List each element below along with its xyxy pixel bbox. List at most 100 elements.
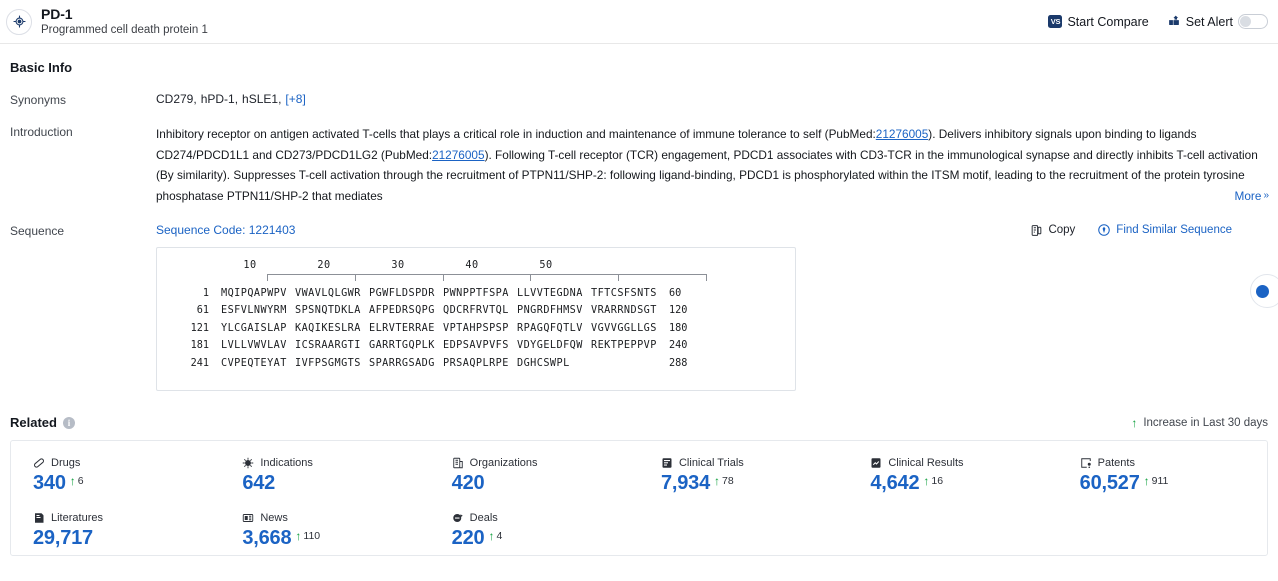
bell-alert-icon xyxy=(1167,15,1181,28)
virus-icon xyxy=(242,457,254,469)
set-alert-label: Set Alert xyxy=(1185,14,1233,29)
card-value: 7,934 xyxy=(660,472,711,494)
basic-info-section: Basic Info Synonyms CD279, hPD-1, hSLE1,… xyxy=(0,44,1278,391)
related-card-drugs[interactable]: Drugs 340 ↑ 6 xyxy=(11,457,220,496)
card-label: News xyxy=(260,512,288,524)
sequence-chunk: VRARRNDSGT xyxy=(591,305,657,316)
sequence-chunk: LVLLVWVLAV xyxy=(221,340,287,351)
introduction-more-button[interactable]: More» xyxy=(1232,185,1269,206)
ruler-tick-label: 40 xyxy=(465,260,479,271)
capsule-icon xyxy=(33,457,45,469)
sequence-chunk: PRSAQPLRPE xyxy=(443,357,509,369)
card-delta: ↑ 4 xyxy=(488,530,502,542)
book-icon xyxy=(33,512,45,524)
introduction-row: Introduction Inhibitory receptor on anti… xyxy=(10,124,1278,308)
sequence-end-index: 180 xyxy=(669,322,688,334)
arrow-up-icon: ↑ xyxy=(1131,415,1138,430)
info-icon[interactable]: i xyxy=(62,416,75,429)
related-card-deals[interactable]: Deals 220 ↑ 4 xyxy=(430,512,639,551)
sequence-header: Sequence Code: 1221403 Copy Find Similar… xyxy=(156,223,1268,237)
sequence-chunk: VPTAHPSPSP xyxy=(443,322,509,334)
sequence-chunk: KAQIKESLRA xyxy=(295,322,361,334)
sequence-line: 61 ESFVLNWYRM SPSNQTDKLA AFPEDRSQPG QDCR… xyxy=(157,305,795,316)
legend-label: Increase in Last 30 days xyxy=(1143,416,1268,429)
sequence-chunk: AFPEDRSQPG xyxy=(369,305,435,316)
related-card-patents[interactable]: Patents 60,527 ↑ 911 xyxy=(1058,457,1267,496)
sequence-code[interactable]: Sequence Code: 1221403 xyxy=(156,223,295,237)
related-card-organizations[interactable]: Organizations 420 xyxy=(430,457,639,496)
sequence-chunk: PGWFLDSPDR xyxy=(369,287,435,299)
handshake-icon xyxy=(452,512,464,524)
clipboard-trial-icon xyxy=(661,457,673,469)
pubmed-link[interactable]: 21276005 xyxy=(432,148,485,162)
card-value: 60,527 xyxy=(1079,472,1140,494)
related-card-clinical-trials[interactable]: Clinical Trials 7,934 ↑ 78 xyxy=(639,457,848,496)
synonym-item: hSLE1, xyxy=(242,92,282,106)
patent-icon xyxy=(1080,457,1092,469)
introduction-text: Inhibitory receptor on antigen activated… xyxy=(156,124,1278,308)
floating-action-button[interactable] xyxy=(1250,274,1278,308)
sequence-chunk: ICSRAARGTI xyxy=(295,340,361,351)
related-card-literatures[interactable]: Literatures 29,717 xyxy=(11,512,220,551)
sequence-line: 121 YLCGAISLAP KAQIKESLRA ELRVTERRAE VPT… xyxy=(157,323,795,334)
related-card-indications[interactable]: Indications 642 xyxy=(220,457,429,496)
ruler-tick-label: 20 xyxy=(317,260,331,271)
sequence-line: 1 MQIPQAPWPV VWAVLQLGWR PGWFLDSPDR PWNPP… xyxy=(157,288,795,299)
card-label: Clinical Results xyxy=(888,457,964,469)
card-value: 220 xyxy=(451,527,485,549)
synonyms-more-link[interactable]: [+8] xyxy=(285,92,305,106)
vs-icon: VS xyxy=(1048,15,1063,28)
card-delta: ↑ 16 xyxy=(923,475,943,487)
arrow-up-icon: ↑ xyxy=(923,474,930,488)
introduction-label: Introduction xyxy=(10,125,73,139)
sequence-chunk: SPSNQTDKLA xyxy=(295,305,361,316)
card-label: Indications xyxy=(260,457,313,469)
synonym-item: hPD-1, xyxy=(200,92,239,106)
copy-icon xyxy=(1030,224,1043,237)
related-card-news[interactable]: News 3,668 ↑ 110 xyxy=(220,512,429,551)
double-chevron-down-icon: » xyxy=(1263,189,1269,201)
related-card-clinical-results[interactable]: Clinical Results 4,642 ↑ 16 xyxy=(848,457,1057,496)
arrow-up-icon: ↑ xyxy=(714,474,721,488)
sequence-chunk: PNGRDFHMSV xyxy=(517,305,583,316)
news-icon xyxy=(242,512,254,524)
find-similar-label: Find Similar Sequence xyxy=(1116,224,1232,236)
sequence-start-index: 241 xyxy=(190,357,209,369)
card-value: 4,642 xyxy=(870,472,920,494)
card-value: 642 xyxy=(242,472,276,494)
set-alert-button[interactable]: Set Alert xyxy=(1167,14,1268,29)
card-delta-value: 78 xyxy=(722,475,734,487)
sequence-chunk: QDCRFRVTQL xyxy=(443,305,509,316)
sequence-chunk: DGHCSWPL xyxy=(517,357,570,369)
more-label: More xyxy=(1234,188,1262,203)
card-delta-value: 911 xyxy=(1151,475,1169,487)
card-value: 420 xyxy=(451,472,485,494)
pubmed-link[interactable]: 21276005 xyxy=(876,127,929,141)
page-header: PD-1 Programmed cell death protein 1 VS … xyxy=(0,0,1278,44)
copy-button[interactable]: Copy xyxy=(1030,224,1075,237)
header-actions: VS Start Compare Set Alert xyxy=(1048,14,1268,29)
sequence-chunk: PWNPPTFSPA xyxy=(443,287,509,299)
increase-legend: ↑ Increase in Last 30 days xyxy=(1131,417,1268,429)
sequence-chunk: MQIPQAPWPV xyxy=(221,287,287,299)
related-header: Related i ↑ Increase in Last 30 days xyxy=(10,415,1268,430)
sequence-chunk: GARRTGQPLK xyxy=(369,340,435,351)
sequence-ruler-numbers: 10 20 30 40 50 xyxy=(157,260,795,273)
card-label: Deals xyxy=(469,512,498,524)
arrow-up-icon: ↑ xyxy=(69,474,76,488)
sequence-end-index: 288 xyxy=(669,357,688,369)
find-similar-sequence-button[interactable]: Find Similar Sequence xyxy=(1097,223,1232,237)
sequence-chunk: TFTCSFSNTS xyxy=(591,287,657,299)
alert-toggle[interactable] xyxy=(1238,14,1268,29)
sequence-viewer[interactable]: 10 20 30 40 50 1 MQIPQAPWPV VWAVLQLGWR P… xyxy=(156,247,796,391)
sequence-start-index: 61 xyxy=(196,305,209,316)
copy-label: Copy xyxy=(1048,224,1076,236)
sequence-end-index: 60 xyxy=(669,287,682,299)
sequence-chunk: IVFPSGMGTS xyxy=(295,357,361,369)
synonyms-label: Synonyms xyxy=(10,93,67,107)
card-delta: ↑ 110 xyxy=(295,530,320,542)
arrow-up-icon: ↑ xyxy=(488,529,495,543)
start-compare-button[interactable]: VS Start Compare xyxy=(1048,15,1149,29)
basic-info-title: Basic Info xyxy=(10,60,73,75)
page-subtitle: Programmed cell death protein 1 xyxy=(41,23,208,36)
